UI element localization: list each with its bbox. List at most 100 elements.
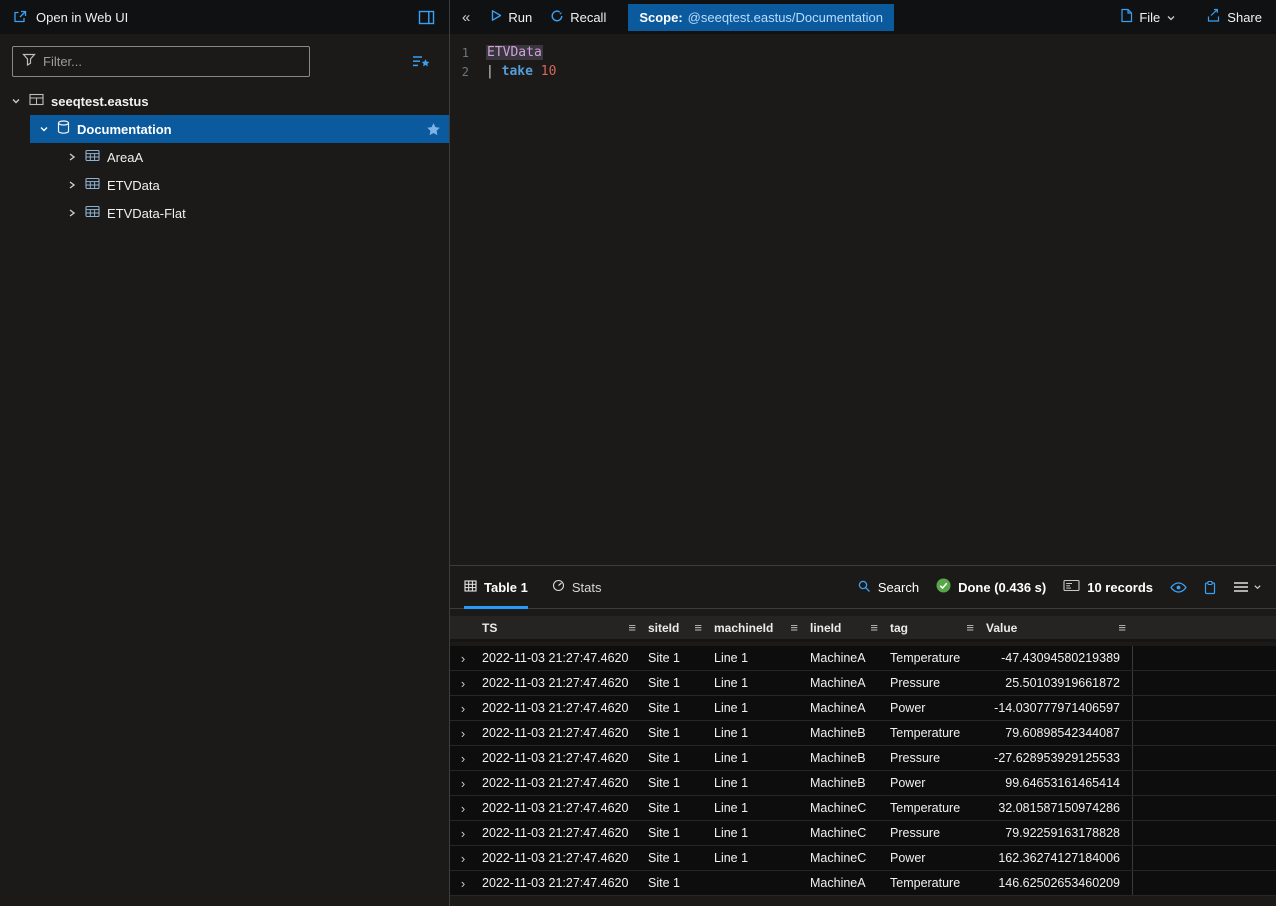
- cell-machineid: Line 1: [708, 851, 804, 865]
- recall-button[interactable]: Recall: [546, 9, 610, 26]
- code-token-number: 10: [541, 64, 557, 79]
- external-link-icon: [12, 9, 28, 25]
- cell-value: 146.62502653460209: [980, 876, 1132, 890]
- cell-ts: 2022-11-03 21:27:47.4620: [476, 851, 642, 865]
- stats-icon: [552, 579, 565, 595]
- column-header-siteid[interactable]: siteId ≡: [642, 616, 708, 639]
- row-expand-chevron-icon[interactable]: ›: [450, 801, 476, 816]
- header-expander-col: [450, 616, 476, 639]
- table-row: ›2022-11-03 21:27:47.4620Site 1Line 1Mac…: [450, 821, 1276, 846]
- open-in-webui-label: Open in Web UI: [36, 10, 128, 25]
- search-button[interactable]: Search: [857, 579, 919, 596]
- column-menu-icon[interactable]: ≡: [790, 620, 798, 635]
- tree-item-cluster[interactable]: seeqtest.eastus: [0, 87, 449, 115]
- row-filler: [1132, 746, 1276, 770]
- code-text: | take 10: [486, 64, 556, 79]
- cell-ts: 2022-11-03 21:27:47.4620: [476, 776, 642, 790]
- split-panel-icon[interactable]: [418, 10, 435, 25]
- collapse-sidebar-button[interactable]: «: [462, 9, 470, 26]
- column-header-tag[interactable]: tag ≡: [884, 616, 980, 639]
- row-filler: [1132, 846, 1276, 870]
- column-header-lineid[interactable]: lineId ≡: [804, 616, 884, 639]
- cell-ts: 2022-11-03 21:27:47.4620: [476, 701, 642, 715]
- row-expand-chevron-icon[interactable]: ›: [450, 651, 476, 666]
- row-expand-chevron-icon[interactable]: ›: [450, 751, 476, 766]
- favorites-filter-icon[interactable]: [412, 54, 431, 69]
- cell-machineid: Line 1: [708, 801, 804, 815]
- eye-icon[interactable]: [1170, 581, 1187, 594]
- file-menu-button[interactable]: File: [1116, 8, 1180, 26]
- tree-item-table[interactable]: ETVData-Flat: [0, 199, 449, 227]
- cell-siteid: Site 1: [642, 776, 708, 790]
- favorite-star-icon[interactable]: [426, 122, 441, 137]
- chevron-right-icon[interactable]: [66, 180, 78, 190]
- cell-siteid: Site 1: [642, 751, 708, 765]
- search-icon: [857, 579, 871, 596]
- records-icon: [1063, 579, 1080, 595]
- cell-siteid: Site 1: [642, 701, 708, 715]
- tab-table1[interactable]: Table 1: [464, 566, 528, 608]
- column-label: TS: [482, 621, 497, 635]
- row-expand-chevron-icon[interactable]: ›: [450, 776, 476, 791]
- column-menu-icon[interactable]: ≡: [870, 620, 878, 635]
- tab-stats[interactable]: Stats: [552, 566, 602, 608]
- tree-item-database-selected[interactable]: Documentation: [30, 115, 449, 143]
- row-expand-chevron-icon[interactable]: ›: [450, 851, 476, 866]
- column-menu-icon[interactable]: ≡: [694, 620, 702, 635]
- run-button[interactable]: Run: [486, 9, 536, 25]
- tree-item-table[interactable]: AreaA: [0, 143, 449, 171]
- share-menu-button[interactable]: Share: [1202, 8, 1266, 26]
- connections-sidebar: Open in Web UI: [0, 0, 450, 906]
- cell-tag: Pressure: [884, 826, 980, 840]
- table-row: ›2022-11-03 21:27:47.4620Site 1Line 1Mac…: [450, 671, 1276, 696]
- cell-lineid: MachineB: [804, 751, 884, 765]
- open-in-webui-button[interactable]: Open in Web UI: [12, 9, 128, 25]
- cell-lineid: MachineC: [804, 851, 884, 865]
- cell-siteid: Site 1: [642, 876, 708, 890]
- file-icon: [1120, 8, 1133, 26]
- chevron-right-icon[interactable]: [66, 152, 78, 162]
- query-toolbar: « Run Recall Scope: @seeqtest.eastus/Doc…: [450, 0, 1276, 34]
- cell-ts: 2022-11-03 21:27:47.4620: [476, 751, 642, 765]
- search-label: Search: [878, 580, 919, 595]
- column-menu-icon[interactable]: ≡: [1118, 620, 1126, 635]
- row-filler: [1132, 821, 1276, 845]
- column-menu-icon[interactable]: ≡: [628, 620, 636, 635]
- chevron-down-icon[interactable]: [38, 124, 50, 134]
- cell-ts: 2022-11-03 21:27:47.4620: [476, 726, 642, 740]
- row-expand-chevron-icon[interactable]: ›: [450, 701, 476, 716]
- table-label: ETVData-Flat: [107, 206, 186, 221]
- chevron-down-icon[interactable]: [10, 96, 22, 106]
- cell-lineid: MachineA: [804, 701, 884, 715]
- cell-machineid: Line 1: [708, 826, 804, 840]
- row-expand-chevron-icon[interactable]: ›: [450, 676, 476, 691]
- cell-machineid: Line 1: [708, 651, 804, 665]
- clipboard-icon[interactable]: [1204, 580, 1216, 595]
- cell-value: 162.36274127184006: [980, 851, 1132, 865]
- column-header-value[interactable]: Value ≡: [980, 616, 1132, 639]
- cell-machineid: Line 1: [708, 676, 804, 690]
- tree-item-table[interactable]: ETVData: [0, 171, 449, 199]
- row-expand-chevron-icon[interactable]: ›: [450, 826, 476, 841]
- column-label: machineId: [714, 621, 773, 635]
- scope-selector[interactable]: Scope: @seeqtest.eastus/Documentation: [628, 4, 894, 31]
- cell-value: -14.030777971406597: [980, 701, 1132, 715]
- query-editor[interactable]: 1 ETVData 2 | take 10: [450, 34, 1276, 565]
- results-header-right: Search Done (0.436 s) 10 records: [857, 566, 1262, 608]
- cell-value: 25.50103919661872: [980, 676, 1132, 690]
- chevron-right-icon[interactable]: [66, 208, 78, 218]
- filter-input[interactable]: [43, 54, 300, 69]
- view-options-menu[interactable]: [1233, 581, 1262, 593]
- row-expand-chevron-icon[interactable]: ›: [450, 876, 476, 891]
- database-icon: [57, 120, 70, 138]
- table-row: ›2022-11-03 21:27:47.4620Site 1Line 1Mac…: [450, 771, 1276, 796]
- table-grid-icon: [464, 580, 477, 595]
- column-header-machineid[interactable]: machineId ≡: [708, 616, 804, 639]
- column-header-ts[interactable]: TS ≡: [476, 616, 642, 639]
- table-row: ›2022-11-03 21:27:47.4620Site 1MachineAT…: [450, 871, 1276, 896]
- cell-ts: 2022-11-03 21:27:47.4620: [476, 826, 642, 840]
- column-menu-icon[interactable]: ≡: [966, 620, 974, 635]
- row-filler: [1132, 646, 1276, 670]
- cell-tag: Pressure: [884, 751, 980, 765]
- row-expand-chevron-icon[interactable]: ›: [450, 726, 476, 741]
